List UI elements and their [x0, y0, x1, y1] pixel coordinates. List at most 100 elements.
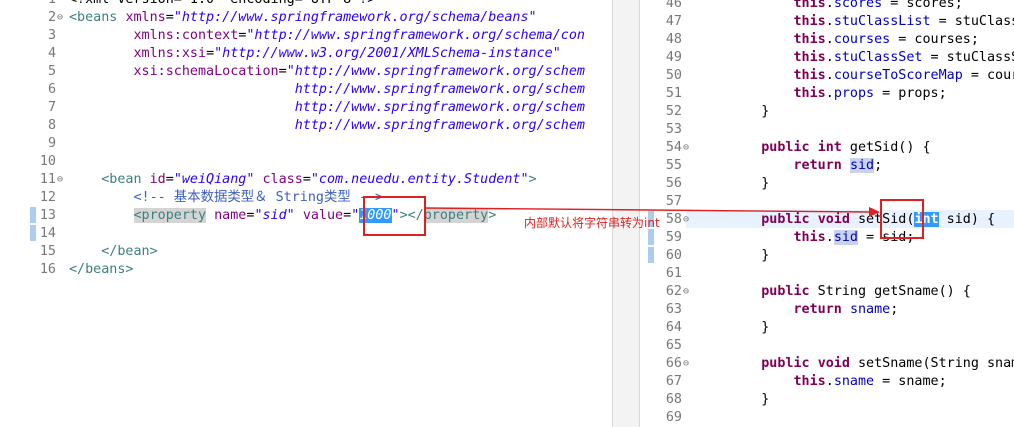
java-code-line-57[interactable]: 57 [640, 193, 1014, 211]
xml-code-line-10[interactable]: 10 [0, 153, 612, 171]
xml-code-line-6[interactable]: 6 http://www.springframework.org/schem [0, 81, 612, 99]
code-text[interactable]: this.scores = scores; [729, 0, 963, 13]
fold-toggle-icon[interactable]: ⊖ [683, 139, 689, 157]
java-code-line-56[interactable]: 56 } [640, 175, 1014, 193]
code-text[interactable]: http://www.springframework.org/schem [69, 117, 585, 135]
xml-code-line-8[interactable]: 8 http://www.springframework.org/schem [0, 117, 612, 135]
code-token: getSid() { [841, 140, 931, 155]
java-code-line-61[interactable]: 61 [640, 265, 1014, 283]
code-token: . [825, 68, 834, 83]
java-code-line-64[interactable]: 64 } [640, 319, 1014, 337]
fold-toggle-icon[interactable]: ⊖ [683, 355, 689, 373]
code-text[interactable]: <?xml version="1.0" encoding="UTF-8"?> [69, 0, 375, 9]
java-code-line-51[interactable]: 51 this.props = props; [640, 85, 1014, 103]
xml-code-line-13[interactable]: 13 <property name="sid" value="1000"></p… [0, 207, 612, 225]
code-text[interactable]: this.courses = courses; [729, 31, 979, 49]
fold-toggle-icon[interactable]: ⊖ [57, 171, 63, 189]
xml-code-line-9[interactable]: 9 [0, 135, 612, 153]
code-text[interactable]: this.sname = sname; [729, 373, 947, 391]
code-text[interactable]: public void setSid(int sid) { [729, 211, 995, 229]
java-code-line-58[interactable]: 58 ⊖ public void setSid(int sid) { [640, 211, 1014, 229]
line-number: 54 [665, 140, 682, 155]
xml-code-line-12[interactable]: 12 <!-- 基本数据类型＆ String类型 --> [0, 189, 612, 207]
code-text[interactable]: this.props = props; [729, 85, 947, 103]
code-text[interactable]: } [729, 319, 769, 337]
code-token: = props; [874, 86, 947, 101]
java-code-line-49[interactable]: 49 this.stuClassSet = stuClassSe [640, 49, 1014, 67]
code-text[interactable]: </beans> [69, 261, 134, 279]
code-token: this [793, 0, 826, 11]
java-code-line-54[interactable]: 54 ⊖ public int getSid() { [640, 139, 1014, 157]
code-token: this [793, 68, 826, 83]
code-text[interactable]: <property name="sid" value="1000"></prop… [69, 207, 496, 225]
xml-code-line-4[interactable]: 4 xmlns:xsi="http://www.w3.org/2001/XMLS… [0, 45, 612, 63]
java-code-line-46[interactable]: 46 this.scores = scores; [640, 0, 1014, 13]
java-code-line-52[interactable]: 52 } [640, 103, 1014, 121]
java-code-line-59[interactable]: 59 this.sid = sid; [640, 229, 1014, 247]
code-text[interactable]: } [729, 247, 769, 265]
java-code-line-53[interactable]: 53 [640, 121, 1014, 139]
java-code-line-65[interactable]: 65 [640, 337, 1014, 355]
code-token: </beans> [69, 262, 134, 277]
code-token: return [793, 302, 842, 317]
java-code-line-69[interactable]: 69 [640, 409, 1014, 427]
xml-code-line-15[interactable]: 15 </bean> [0, 243, 612, 261]
java-code-line-60[interactable]: 60 } [640, 247, 1014, 265]
code-text[interactable]: xmlns:xsi="http://www.w3.org/2001/XMLSch… [69, 45, 561, 63]
xml-code-line-7[interactable]: 7 http://www.springframework.org/schem [0, 99, 612, 117]
code-text[interactable]: public String getSname() { [729, 283, 971, 301]
line-number: 10 [39, 154, 56, 169]
code-text[interactable]: this.courseToScoreMap = cours [729, 67, 1014, 85]
java-code-line-48[interactable]: 48 this.courses = courses; [640, 31, 1014, 49]
xml-code-line-3[interactable]: 3 xmlns:context="http://www.springframew… [0, 27, 612, 45]
fold-toggle-icon[interactable]: ⊖ [57, 9, 63, 27]
code-text[interactable]: public void setSname(String sname [729, 355, 1014, 373]
code-text[interactable]: } [729, 391, 769, 409]
fold-toggle-icon[interactable]: ⊖ [683, 283, 689, 301]
xml-code-line-2[interactable]: 2 ⊖ <beans xmlns="http://www.springframewo… [0, 9, 612, 27]
code-text[interactable]: <bean id="weiQiang" class="com.neuedu.en… [69, 171, 536, 189]
code-text[interactable]: this.stuClassList = stuClassL [729, 13, 1014, 31]
xml-code-line-16[interactable]: 16 </beans> [0, 261, 612, 279]
xml-code-line-14[interactable]: 14 [0, 225, 612, 243]
java-code-line-63[interactable]: 63 return sname; [640, 301, 1014, 319]
line-number: 1 [0, 0, 56, 9]
code-text[interactable]: xmlns:context="http://www.springframewor… [69, 27, 585, 45]
fold-toggle-icon[interactable]: ⊖ [683, 211, 689, 229]
java-code-line-50[interactable]: 50 this.courseToScoreMap = cours [640, 67, 1014, 85]
code-text[interactable]: } [729, 175, 769, 193]
code-text[interactable]: public int getSid() { [729, 139, 931, 157]
code-text[interactable]: http://www.springframework.org/schem [69, 99, 585, 117]
code-token: void [817, 356, 850, 371]
xml-code-line-1[interactable]: 1 <?xml version="1.0" encoding="UTF-8"?> [0, 0, 612, 9]
line-number: 69 [665, 410, 682, 425]
xml-code-line-11[interactable]: 11 ⊖ <bean id="weiQiang" class="com.neued… [0, 171, 612, 189]
java-code-line-47[interactable]: 47 this.stuClassList = stuClassL [640, 13, 1014, 31]
java-code-line-66[interactable]: 66 ⊖ public void setSname(String sname [640, 355, 1014, 373]
code-text[interactable]: </bean> [69, 243, 157, 261]
code-text[interactable]: <!-- 基本数据类型＆ String类型 --> [69, 189, 384, 207]
code-text[interactable]: return sname; [729, 301, 899, 319]
line-number: 66 [665, 356, 682, 371]
code-text[interactable]: http://www.springframework.org/schem [69, 81, 585, 99]
code-text[interactable]: <beans xmlns="http://www.springframework… [69, 9, 537, 27]
xml-code-line-5[interactable]: 5 xsi:schemaLocation="http://www.springf… [0, 63, 612, 81]
code-text[interactable]: return sid; [729, 157, 882, 175]
line-number: 60 [665, 248, 682, 263]
java-code-line-67[interactable]: 67 this.sname = sname; [640, 373, 1014, 391]
code-text[interactable]: } [729, 103, 769, 121]
code-text[interactable]: this.stuClassSet = stuClassSe [729, 49, 1014, 67]
code-text[interactable]: xsi:schemaLocation="http://www.springfra… [69, 63, 585, 81]
java-code-line-62[interactable]: 62 ⊖ public String getSname() { [640, 283, 1014, 301]
java-editor-pane[interactable]: 46 this.scores = scores; 47 this.stuClass… [640, 0, 1014, 427]
xml-editor-pane[interactable]: 1 <?xml version="1.0" encoding="UTF-8"?> 2… [0, 0, 612, 427]
code-token: class [262, 172, 303, 187]
java-code-line-55[interactable]: 55 return sid; [640, 157, 1014, 175]
java-code-line-68[interactable]: 68 } [640, 391, 1014, 409]
code-token: } [729, 248, 770, 263]
